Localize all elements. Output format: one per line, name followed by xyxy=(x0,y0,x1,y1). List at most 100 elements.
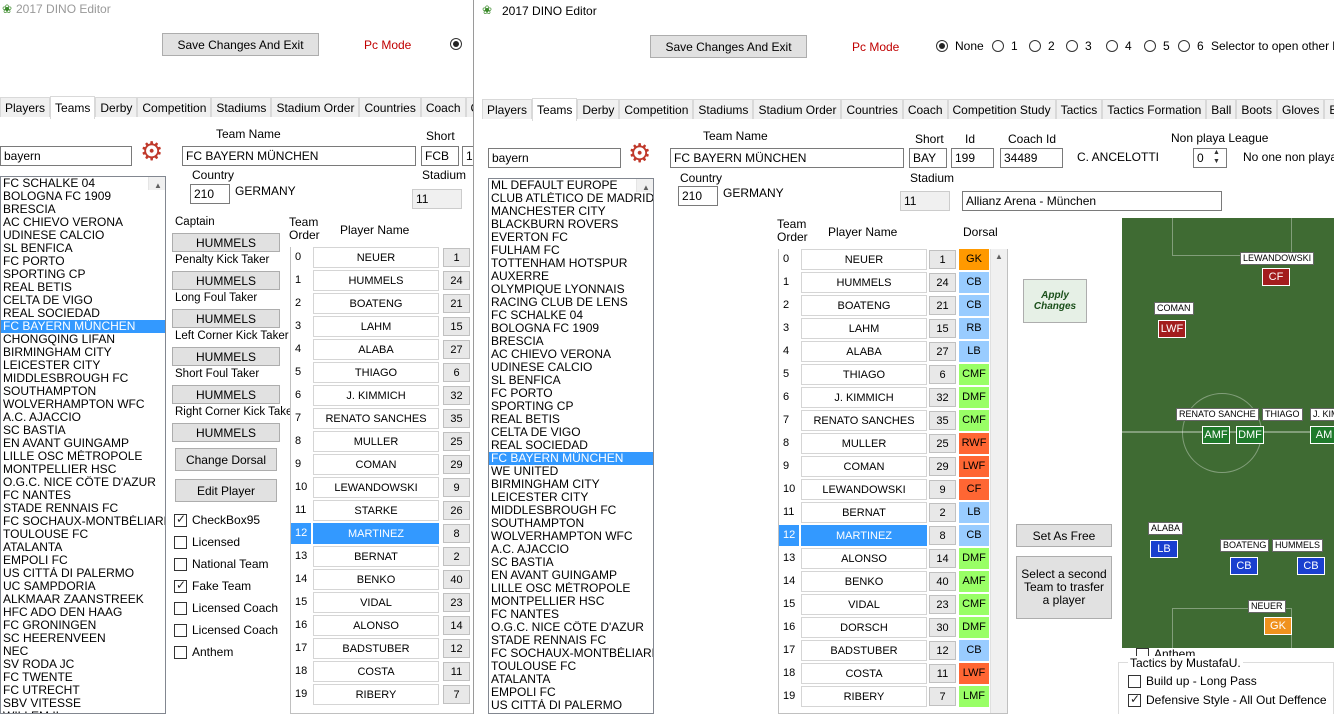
table-row[interactable]: 2 BOATENG 21 xyxy=(291,293,473,314)
dorsal-cell[interactable]: 24 xyxy=(929,273,956,292)
tab-boots[interactable]: Boots xyxy=(1236,99,1277,119)
pitch-player-position[interactable]: LWF xyxy=(1158,320,1186,338)
team-list-item[interactable]: FC GRONINGEN xyxy=(1,619,165,632)
apply-changes-button[interactable]: Apply Changes xyxy=(1023,279,1087,323)
team-list-item[interactable]: EMPOLI FC xyxy=(489,686,653,699)
player-name-cell[interactable]: ALABA xyxy=(801,341,927,362)
checkbox-checkbox95[interactable] xyxy=(174,512,187,527)
table-row[interactable]: 1 HUMMELS 24 xyxy=(291,270,473,291)
table-row[interactable]: 5 THIAGO 6 xyxy=(291,362,473,383)
checkbox-licensed-coach[interactable] xyxy=(174,624,187,637)
dorsal-cell[interactable]: 2 xyxy=(929,503,956,522)
rc-taker-button[interactable]: HUMMELS xyxy=(172,423,280,442)
dorsal-cell[interactable]: 21 xyxy=(929,296,956,315)
tab-countries[interactable]: Countries xyxy=(841,99,903,119)
tab-gloves[interactable]: Gloves xyxy=(1277,99,1325,119)
table-row[interactable]: 13 ALONSO 14 DMF xyxy=(779,548,991,569)
dorsal-cell[interactable]: 29 xyxy=(443,455,470,474)
team-list-item[interactable]: FC BAYERN MÜNCHEN xyxy=(1,320,165,333)
team-list-item[interactable]: REAL SOCIEDAD xyxy=(1,307,165,320)
team-list-item[interactable]: REAL BETIS xyxy=(1,281,165,294)
table-row[interactable]: 1 HUMMELS 24 CB xyxy=(779,272,991,293)
team-list-item[interactable]: MONTPELLIER HSC xyxy=(489,595,653,608)
table-row[interactable]: 8 MULLER 25 RWF xyxy=(779,433,991,454)
player-name-cell[interactable]: STARKE xyxy=(313,500,439,521)
dorsal-cell[interactable]: 25 xyxy=(443,432,470,451)
dorsal-cell[interactable]: 1 xyxy=(929,250,956,269)
team-list-item[interactable]: AC CHIEVO VERONA xyxy=(1,216,165,229)
table-row[interactable]: 8 MULLER 25 xyxy=(291,431,473,452)
tab-stadiums[interactable]: Stadiums xyxy=(693,99,754,119)
team-list-item[interactable]: TOTTENHAM HOTSPUR xyxy=(489,257,653,270)
table-row[interactable]: 3 LAHM 15 xyxy=(291,316,473,337)
player-name-cell[interactable]: J. KIMMICH xyxy=(313,385,439,406)
team-list-item[interactable]: SC BASTIA xyxy=(1,424,165,437)
player-name-cell[interactable]: DORSCH xyxy=(801,617,927,638)
position-cell[interactable]: CB xyxy=(959,640,989,661)
tab-extra[interactable]: Extra xyxy=(1324,99,1334,119)
dorsal-cell[interactable]: 32 xyxy=(443,386,470,405)
pitch-player-position[interactable]: LB xyxy=(1150,540,1178,558)
team-list-item[interactable]: ATALANTA xyxy=(489,673,653,686)
tab-competition[interactable]: Competition xyxy=(619,99,694,119)
team-list-item[interactable]: SBV VITESSE xyxy=(1,697,165,710)
stadium-id-field[interactable]: 11 xyxy=(900,191,950,211)
player-name-cell[interactable]: COMAN xyxy=(801,456,927,477)
table-row[interactable]: 7 RENATO SANCHES 35 CMF xyxy=(779,410,991,431)
team-list-item[interactable]: SOUTHAMPTON xyxy=(489,517,653,530)
dorsal-cell[interactable]: 8 xyxy=(929,526,956,545)
player-name-cell[interactable]: RIBERY xyxy=(313,684,439,705)
player-name-cell[interactable]: BERNAT xyxy=(801,502,927,523)
checkbox-licensed[interactable] xyxy=(174,536,187,549)
tab-teams[interactable]: Teams xyxy=(50,96,96,119)
player-name-cell[interactable]: BOATENG xyxy=(801,295,927,316)
tab-derby[interactable]: Derby xyxy=(577,99,620,119)
dorsal-cell[interactable]: 7 xyxy=(443,685,470,704)
dorsal-cell[interactable]: 9 xyxy=(929,480,956,499)
radio-3[interactable] xyxy=(1066,40,1078,52)
tab-coach[interactable]: Coach xyxy=(902,99,948,119)
player-name-cell[interactable]: LEWANDOWSKI xyxy=(801,479,927,500)
radio-4[interactable] xyxy=(1106,40,1118,52)
player-name-cell[interactable]: COMAN xyxy=(313,454,439,475)
player-name-cell[interactable]: BOATENG xyxy=(313,293,439,314)
team-list-item[interactable]: WOLVERHAMPTON WFC xyxy=(1,398,165,411)
dorsal-cell[interactable]: 14 xyxy=(929,549,956,568)
dorsal-cell[interactable]: 32 xyxy=(929,388,956,407)
team-list-item[interactable]: BOLOGNA FC 1909 xyxy=(1,190,165,203)
table-row[interactable]: 16 DORSCH 30 DMF xyxy=(779,617,991,638)
pitch-player-position[interactable]: AM xyxy=(1310,426,1334,444)
player-name-cell[interactable]: THIAGO xyxy=(313,362,439,383)
team-list-item[interactable]: SC BASTIA xyxy=(489,556,653,569)
team-list-item[interactable]: STADE RENNAIS FC xyxy=(1,502,165,515)
dorsal-cell[interactable]: 23 xyxy=(929,595,956,614)
dorsal-cell[interactable]: 35 xyxy=(443,409,470,428)
team-list-item[interactable]: WILLEM II xyxy=(1,710,165,713)
table-row[interactable]: 11 BERNAT 2 LB xyxy=(779,502,991,523)
dorsal-cell[interactable]: 40 xyxy=(929,572,956,591)
team-list-item[interactable]: UDINESE CALCIO xyxy=(1,229,165,242)
dorsal-cell[interactable]: 40 xyxy=(443,570,470,589)
table-row[interactable]: 6 J. KIMMICH 32 xyxy=(291,385,473,406)
team-list-item[interactable]: US CITTÀ DI PALERMO xyxy=(1,567,165,580)
dorsal-cell[interactable]: 24 xyxy=(443,271,470,290)
dorsal-cell[interactable]: 14 xyxy=(443,616,470,635)
scroll-up-icon[interactable]: ▲ xyxy=(149,179,165,190)
table-row[interactable]: 16 ALONSO 14 xyxy=(291,615,473,636)
tab-players[interactable]: Players xyxy=(482,99,533,119)
coach-id-field[interactable]: 34489 xyxy=(1000,148,1063,168)
tab-teams[interactable]: Teams xyxy=(532,98,578,121)
lf-taker-button[interactable]: HUMMELS xyxy=(172,309,280,328)
team-list-item[interactable]: FC TWENTE xyxy=(1,671,165,684)
position-cell[interactable]: CMF xyxy=(959,410,989,431)
team-list-item[interactable]: EN AVANT GUINGAMP xyxy=(1,437,165,450)
team-list-item[interactable]: LILLE OSC MÉTROPOLE xyxy=(489,582,653,595)
team-list-item[interactable]: SPORTING CP xyxy=(489,400,653,413)
team-list-item[interactable]: FC NANTES xyxy=(1,489,165,502)
stepper-arrows-icon[interactable]: ▲ ▼ xyxy=(1213,148,1220,166)
search-teams-icon[interactable]: ⚙ xyxy=(140,136,163,167)
dorsal-cell[interactable]: 7 xyxy=(929,687,956,706)
position-cell[interactable]: CB xyxy=(959,272,989,293)
position-cell[interactable]: LMF xyxy=(959,686,989,707)
team-list-item[interactable]: LEICESTER CITY xyxy=(489,491,653,504)
